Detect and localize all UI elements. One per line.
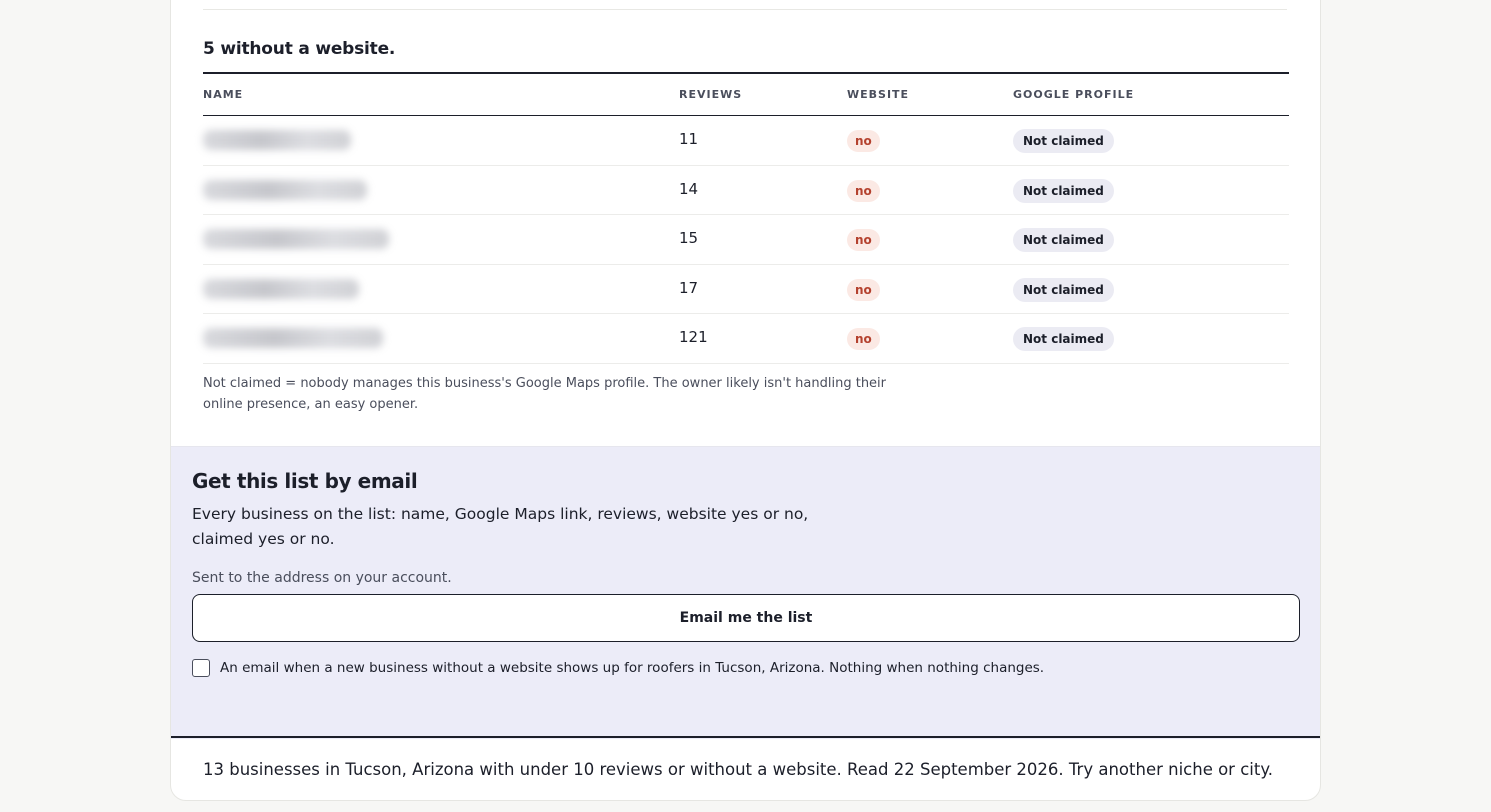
results-summary: 13 businesses in Tucson, Arizona with un…	[203, 760, 1273, 779]
header-google-profile: GOOGLE PROFILE	[1013, 88, 1135, 101]
results-card: 5 without a website. NAME REVIEWS WEBSIT…	[170, 0, 1321, 801]
website-badge: no	[847, 328, 880, 351]
table-row: 14 no Not claimed	[203, 166, 1289, 216]
footer-divider	[171, 736, 1320, 738]
table-row: 11 no Not claimed	[203, 116, 1289, 166]
alert-label[interactable]: An email when a new business without a w…	[220, 660, 1044, 676]
businesses-table: NAME REVIEWS WEBSITE GOOGLE PROFILE 11 n…	[203, 72, 1289, 364]
google-profile-badge: Not claimed	[1013, 277, 1114, 302]
blurred-business-name	[203, 328, 383, 349]
header-reviews: REVIEWS	[679, 88, 743, 101]
header-name: NAME	[203, 88, 244, 101]
reviews-count: 11	[679, 130, 699, 148]
website-badge: no	[847, 179, 880, 202]
email-list-panel: Get this list by email Every business on…	[171, 446, 1320, 739]
website-badge: no	[847, 130, 880, 152]
reviews-count: 17	[679, 278, 699, 297]
blurred-business-name	[203, 179, 367, 200]
google-profile-badge: Not claimed	[1013, 178, 1114, 203]
website-badge: no	[847, 229, 880, 252]
blurred-business-name	[203, 130, 351, 150]
email-panel-description: Every business on the list: name, Google…	[192, 505, 809, 548]
google-profile-badge: Not claimed	[1013, 129, 1114, 153]
reviews-count: 14	[679, 179, 699, 198]
table-header: NAME REVIEWS WEBSITE GOOGLE PROFILE	[203, 72, 1289, 116]
alert-checkbox[interactable]	[192, 659, 210, 677]
reviews-count: 15	[679, 229, 699, 248]
table-row: 121 no Not claimed	[203, 314, 1289, 364]
blurred-business-name	[203, 278, 359, 299]
table-row: 17 no Not claimed	[203, 265, 1289, 315]
table-footnote: Not claimed = nobody manages this busine…	[203, 376, 887, 412]
header-website: WEBSITE	[847, 88, 910, 101]
google-profile-badge: Not claimed	[1013, 327, 1114, 352]
email-panel-title: Get this list by email	[192, 469, 418, 493]
blurred-business-name	[203, 229, 389, 250]
divider	[203, 9, 1287, 10]
email-panel-subtext: Sent to the address on your account.	[192, 570, 452, 586]
google-profile-badge: Not claimed	[1013, 228, 1114, 253]
reviews-count: 121	[679, 328, 708, 347]
section-title: 5 without a website.	[203, 39, 396, 59]
email-me-list-button[interactable]: Email me the list	[192, 594, 1300, 642]
website-badge: no	[847, 278, 880, 301]
table-row: 15 no Not claimed	[203, 215, 1289, 265]
